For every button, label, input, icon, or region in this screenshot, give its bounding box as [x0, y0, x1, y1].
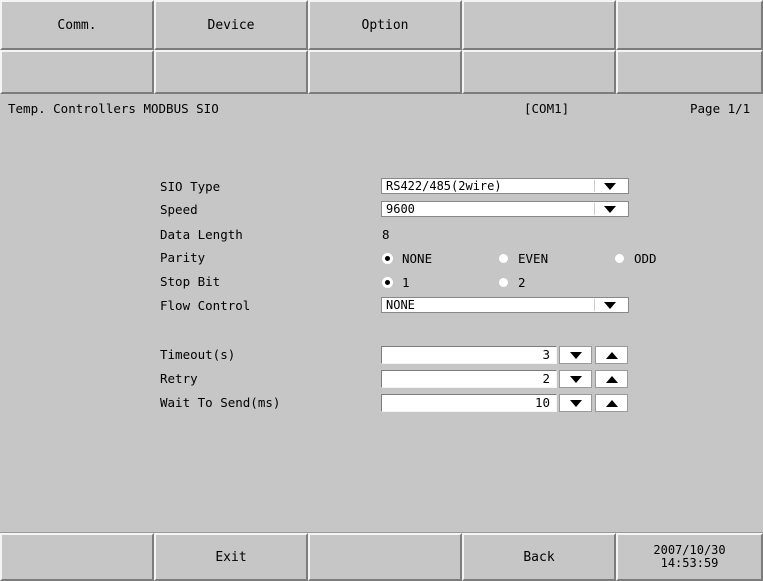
- back-button[interactable]: Back: [462, 533, 616, 581]
- triangle-down-icon: [569, 351, 582, 359]
- stop-bit-2-label: 2: [518, 275, 526, 290]
- triangle-up-icon: [605, 351, 618, 359]
- tab-bar: Comm. Device Option: [0, 0, 763, 50]
- timeout-input[interactable]: 3: [381, 346, 557, 364]
- retry-label: Retry: [160, 371, 198, 386]
- blank-button-5[interactable]: [616, 50, 763, 94]
- dropdown-arrow-icon[interactable]: [594, 299, 625, 311]
- dropdown-arrow-icon[interactable]: [594, 180, 625, 192]
- radio-unselected-icon: [615, 254, 624, 263]
- wait-to-send-label: Wait To Send(ms): [160, 395, 281, 410]
- triangle-up-icon: [605, 375, 618, 383]
- header-line: Temp. Controllers MODBUS SIO [COM1] Page…: [0, 101, 763, 121]
- sio-type-label: SIO Type: [160, 179, 221, 194]
- parity-label: Parity: [160, 250, 206, 265]
- speed-select[interactable]: 9600: [381, 201, 629, 217]
- wait-to-send-decrement-button[interactable]: [559, 394, 592, 412]
- port-label: [COM1]: [524, 101, 570, 116]
- wait-to-send-increment-button[interactable]: [595, 394, 628, 412]
- flow-control-label: Flow Control: [160, 298, 251, 313]
- wait-to-send-input[interactable]: 10: [381, 394, 557, 412]
- blank-bottom-button-3[interactable]: [308, 533, 462, 581]
- data-length-label: Data Length: [160, 227, 243, 242]
- speed-value: 9600: [386, 202, 415, 216]
- datetime-display: 2007/10/30 14:53:59: [616, 533, 763, 581]
- retry-increment-button[interactable]: [595, 370, 628, 388]
- flow-control-select[interactable]: NONE: [381, 297, 629, 313]
- parity-even-radio[interactable]: EVEN: [499, 251, 548, 266]
- tab-device[interactable]: Device: [154, 0, 308, 50]
- timeout-increment-button[interactable]: [595, 346, 628, 364]
- stop-bit-1-label: 1: [402, 275, 410, 290]
- timeout-label: Timeout(s): [160, 347, 236, 362]
- radio-selected-icon: [383, 254, 392, 263]
- tab-option[interactable]: Option: [308, 0, 462, 50]
- blank-button-2[interactable]: [154, 50, 308, 94]
- parity-none-radio[interactable]: NONE: [383, 251, 432, 266]
- triangle-down-icon: [569, 375, 582, 383]
- triangle-down-icon: [569, 399, 582, 407]
- blank-bottom-button-1[interactable]: [0, 533, 154, 581]
- retry-input[interactable]: 2: [381, 370, 557, 388]
- secondary-button-bar: [0, 50, 763, 94]
- radio-selected-icon: [383, 278, 392, 287]
- sio-type-select[interactable]: RS422/485(2wire): [381, 178, 629, 194]
- sio-type-value: RS422/485(2wire): [386, 179, 502, 193]
- tab-comm[interactable]: Comm.: [0, 0, 154, 50]
- tab-empty-5[interactable]: [616, 0, 763, 50]
- timeout-decrement-button[interactable]: [559, 346, 592, 364]
- page-title: Temp. Controllers MODBUS SIO: [8, 101, 219, 116]
- stop-bit-2-radio[interactable]: 2: [499, 275, 526, 290]
- dropdown-arrow-icon[interactable]: [594, 203, 625, 215]
- radio-unselected-icon: [499, 254, 508, 263]
- triangle-up-icon: [605, 399, 618, 407]
- time-text: 14:53:59: [660, 556, 719, 570]
- blank-button-3[interactable]: [308, 50, 462, 94]
- page-indicator: Page 1/1: [690, 101, 751, 116]
- radio-unselected-icon: [499, 278, 508, 287]
- tab-empty-4[interactable]: [462, 0, 616, 50]
- parity-even-label: EVEN: [518, 251, 549, 266]
- data-length-value: 8: [382, 227, 390, 242]
- blank-button-4[interactable]: [462, 50, 616, 94]
- stop-bit-1-radio[interactable]: 1: [383, 275, 410, 290]
- retry-decrement-button[interactable]: [559, 370, 592, 388]
- stop-bit-label: Stop Bit: [160, 274, 221, 289]
- parity-odd-radio[interactable]: ODD: [615, 251, 657, 266]
- bottom-button-bar: Exit Back 2007/10/30 14:53:59: [0, 532, 763, 581]
- flow-control-value: NONE: [386, 298, 415, 312]
- parity-none-label: NONE: [402, 251, 433, 266]
- blank-button-1[interactable]: [0, 50, 154, 94]
- exit-button[interactable]: Exit: [154, 533, 308, 581]
- speed-label: Speed: [160, 202, 198, 217]
- parity-odd-label: ODD: [634, 251, 657, 266]
